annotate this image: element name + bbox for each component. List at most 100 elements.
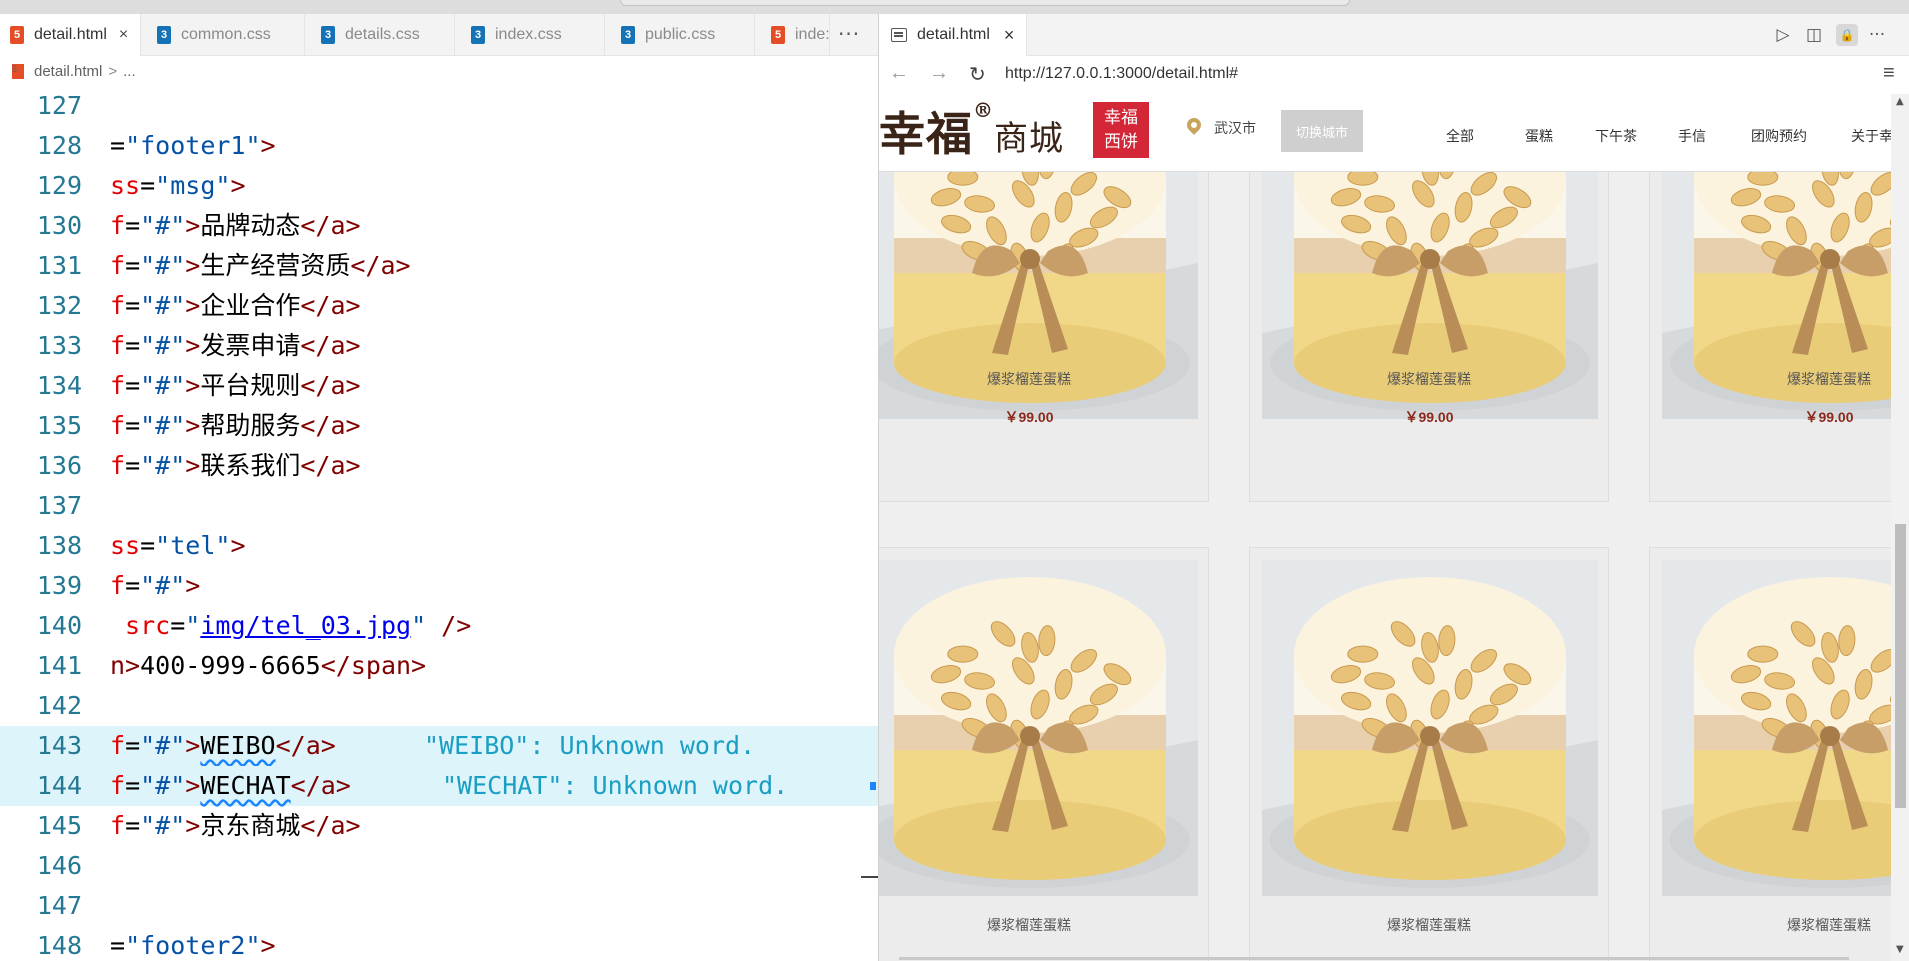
- token-s: "#": [140, 331, 186, 360]
- product-name[interactable]: 爆浆榴莲蛋糕: [879, 915, 1208, 935]
- product-name[interactable]: 爆浆榴莲蛋糕: [1650, 915, 1891, 935]
- code-text: src="img/tel_03.jpg" />: [110, 606, 471, 646]
- token-s: "footer1": [125, 131, 261, 160]
- close-icon[interactable]: ×: [1004, 25, 1015, 46]
- product-card[interactable]: 爆浆榴莲蛋糕: [879, 547, 1209, 961]
- token-t: >: [185, 291, 201, 320]
- menu-icon[interactable]: ≡: [1883, 62, 1895, 85]
- more-actions-icon[interactable]: ···: [838, 22, 860, 46]
- code-line[interactable]: 137: [0, 486, 878, 526]
- code-line[interactable]: 141 n>400-999-6665</span>: [0, 646, 878, 686]
- breadcrumb-symbol[interactable]: ...: [123, 63, 136, 80]
- code-area[interactable]: 127 128 ="footer1"> 129 ss="msg"> 130 f="#">品牌…: [0, 86, 878, 961]
- nav-gifts[interactable]: 手信: [1678, 126, 1706, 146]
- url-input[interactable]: http://127.0.0.1:3000/detail.html#: [1005, 65, 1238, 83]
- product-image[interactable]: [1662, 560, 1891, 896]
- forward-icon[interactable]: →: [929, 62, 949, 85]
- token-attr: f: [110, 211, 126, 240]
- site-logo[interactable]: 幸福®商城: [879, 98, 1064, 164]
- more-actions-icon[interactable]: ···: [1866, 24, 1888, 46]
- code-line[interactable]: 127: [0, 86, 878, 126]
- code-line[interactable]: 135 f="#">帮助服务</a>: [0, 406, 878, 446]
- token-a: =: [125, 371, 141, 400]
- token-content: 平台规则: [200, 371, 301, 400]
- token-a: =: [125, 811, 141, 840]
- editor-tab-bar: 5 detail.html × 3 common.css 3 details.c…: [0, 14, 878, 56]
- tab-detail-html[interactable]: 5 detail.html ×: [0, 14, 141, 56]
- preview-tab[interactable]: detail.html ×: [879, 14, 1027, 56]
- scrollbar-thumb[interactable]: [1895, 524, 1906, 808]
- line-number: 145: [36, 811, 82, 840]
- code-line[interactable]: 134 f="#">平台规则</a>: [0, 366, 878, 406]
- code-line[interactable]: 146: [0, 846, 878, 886]
- token-s: "#": [140, 451, 186, 480]
- breadcrumb-file[interactable]: detail.html: [34, 63, 102, 80]
- tab-details-css[interactable]: 3 details.css: [305, 14, 455, 56]
- code-line[interactable]: 147: [0, 886, 878, 926]
- lock-icon[interactable]: 🔒: [1836, 24, 1858, 46]
- nav-afternoon-tea[interactable]: 下午茶: [1595, 126, 1637, 146]
- code-line[interactable]: 144 f="#">WECHAT</a> "WECHAT": Unknown wor…: [0, 766, 878, 806]
- close-icon[interactable]: ×: [119, 26, 128, 44]
- browser-preview: detail.html × ▷ ◫ 🔒 ··· ← → ↻ http://127…: [878, 14, 1909, 961]
- logo-registered-mark: ®: [973, 98, 994, 122]
- code-line[interactable]: 130 f="#">品牌动态</a>: [0, 206, 878, 246]
- token-a: =: [125, 411, 141, 440]
- nav-all[interactable]: 全部: [1446, 126, 1474, 146]
- preview-page-icon: [891, 28, 907, 42]
- scroll-down-icon[interactable]: ▼: [1896, 944, 1904, 955]
- product-name[interactable]: 爆浆榴莲蛋糕: [1650, 369, 1891, 389]
- code-line[interactable]: 148 ="footer2">: [0, 926, 878, 961]
- product-card[interactable]: 爆浆榴莲蛋糕: [1249, 547, 1609, 961]
- product-name[interactable]: 爆浆榴莲蛋糕: [1250, 915, 1608, 935]
- code-line[interactable]: 142: [0, 686, 878, 726]
- nav-group-order[interactable]: 团购预约: [1751, 126, 1807, 146]
- token-a: =: [125, 331, 141, 360]
- token-attr: f: [110, 451, 126, 480]
- cake-image: [879, 560, 1198, 896]
- code-line[interactable]: 143 f="#">WEIBO</a> "WEIBO": Unknown word.: [0, 726, 878, 766]
- tab-index-css[interactable]: 3 index.css: [455, 14, 605, 56]
- command-center[interactable]: [620, 0, 1350, 6]
- split-editor-icon[interactable]: ◫: [1803, 24, 1825, 46]
- line-number: 148: [36, 931, 82, 960]
- code-line[interactable]: 132 f="#">企业合作</a>: [0, 286, 878, 326]
- code-line[interactable]: 129 ss="msg">: [0, 166, 878, 206]
- product-name[interactable]: 爆浆榴莲蛋糕: [1250, 369, 1608, 389]
- nav-about[interactable]: 关于幸: [1851, 126, 1891, 146]
- code-line[interactable]: 128 ="footer1">: [0, 126, 878, 166]
- cake-image: [1662, 560, 1891, 896]
- run-icon[interactable]: ▷: [1772, 24, 1794, 46]
- tab-common-css[interactable]: 3 common.css: [141, 14, 305, 56]
- token-a: =: [140, 531, 156, 560]
- tab-public-css[interactable]: 3 public.css: [605, 14, 755, 56]
- product-name[interactable]: 爆浆榴莲蛋糕: [879, 369, 1208, 389]
- scroll-up-icon[interactable]: ▲: [1896, 96, 1904, 107]
- line-number: 131: [36, 251, 82, 280]
- code-line[interactable]: 131 f="#">生产经营资质</a>: [0, 246, 878, 286]
- nav-cake[interactable]: 蛋糕: [1525, 126, 1553, 146]
- product-image[interactable]: [879, 560, 1198, 896]
- vertical-scrollbar[interactable]: ▲ ▼: [1891, 94, 1909, 961]
- token-attr: f: [110, 731, 126, 760]
- code-line[interactable]: 136 f="#">联系我们</a>: [0, 446, 878, 486]
- code-line[interactable]: 145 f="#">京东商城</a>: [0, 806, 878, 846]
- code-line[interactable]: 140 src="img/tel_03.jpg" />: [0, 606, 878, 646]
- code-text: f="#">发票申请</a>: [110, 326, 361, 366]
- token-t: >: [185, 811, 201, 840]
- line-number: 134: [36, 371, 82, 400]
- product-card[interactable]: 爆浆榴莲蛋糕: [1649, 547, 1891, 961]
- token-a: =: [140, 171, 156, 200]
- back-icon[interactable]: ←: [889, 62, 909, 85]
- code-line[interactable]: 133 f="#">发票申请</a>: [0, 326, 878, 366]
- code-line[interactable]: 139 f="#">: [0, 566, 878, 606]
- line-number: 143: [36, 731, 82, 760]
- switch-city-button[interactable]: 切换城市: [1281, 110, 1363, 152]
- tab-index-html[interactable]: 5 inde:: [755, 14, 830, 56]
- token-attr: f: [110, 811, 126, 840]
- horizontal-scrollbar[interactable]: [899, 957, 1849, 960]
- reload-icon[interactable]: ↻: [969, 62, 986, 87]
- product-image[interactable]: [1262, 560, 1598, 896]
- token-a: =: [125, 291, 141, 320]
- code-line[interactable]: 138 ss="tel">: [0, 526, 878, 566]
